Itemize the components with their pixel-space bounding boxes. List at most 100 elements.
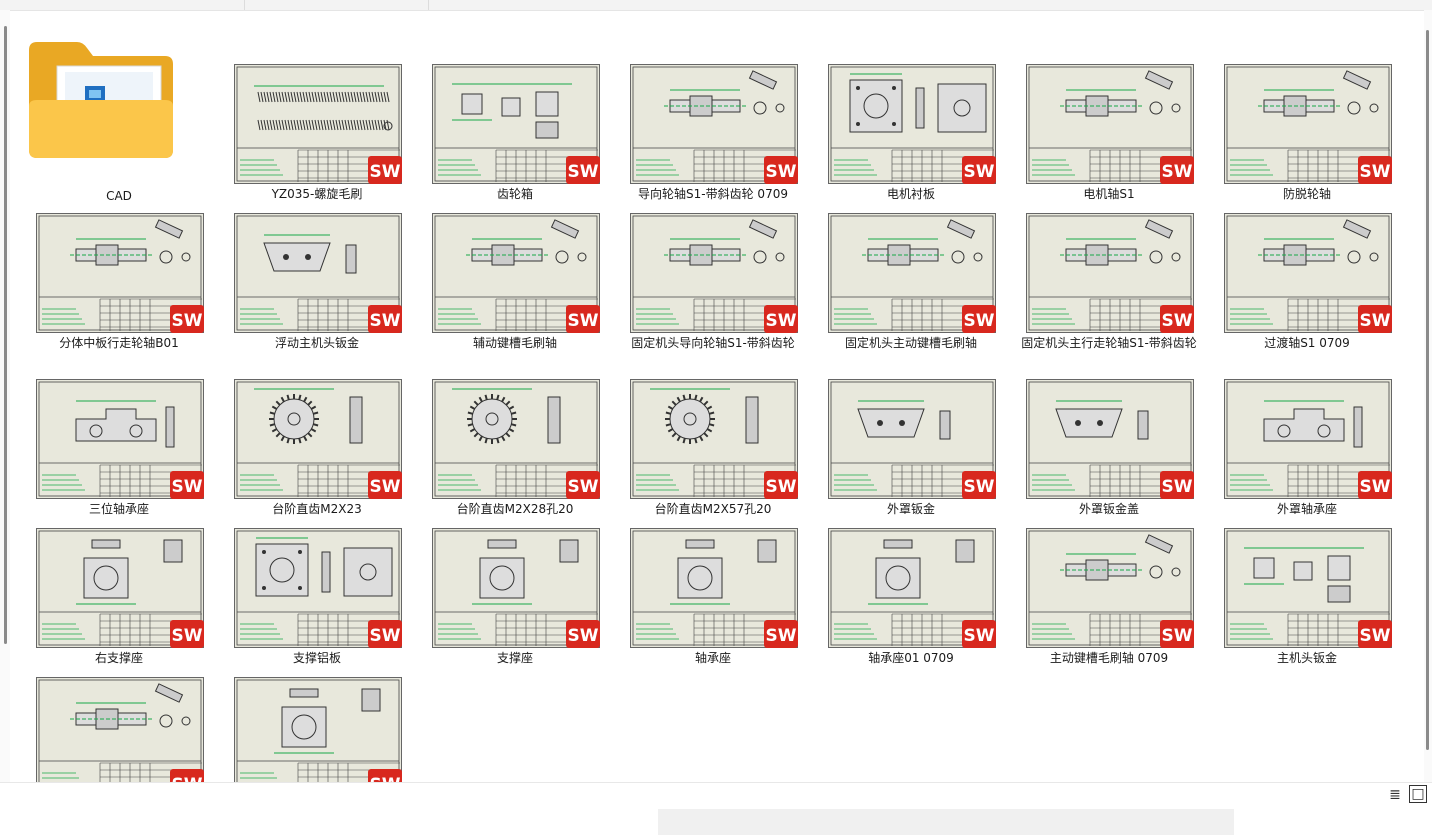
solidworks-badge-icon: SW (764, 620, 798, 648)
file-thumbnail: SW (828, 528, 996, 648)
file-thumbnail: SW (828, 64, 996, 184)
solidworks-badge-icon: SW (368, 156, 402, 184)
file-label: 齿轮箱 (496, 187, 533, 201)
solidworks-badge-icon: SW (368, 769, 402, 782)
folder-label: CAD (106, 189, 132, 203)
file-thumbnail: SW (630, 213, 798, 333)
file-label: 固定机头主动键槽毛刷轴 (844, 336, 977, 350)
file-label: 电机衬板 (886, 187, 935, 201)
file-thumbnail: SW (1224, 379, 1392, 499)
svg-text:SW: SW (766, 162, 797, 182)
file-thumbnail: SW (1026, 528, 1194, 648)
solidworks-badge-icon: SW (764, 156, 798, 184)
file-thumbnail: SW (1224, 213, 1392, 333)
svg-text:SW: SW (766, 477, 797, 497)
file-label: 支撑铝板 (292, 651, 341, 665)
large-icons-view-icon[interactable]: □ (1409, 785, 1427, 803)
svg-text:SW: SW (568, 311, 599, 331)
solidworks-badge-icon: SW (368, 471, 402, 499)
file-label: 分体中板行走轮轴B01 (59, 336, 179, 350)
file-label: 外罩轴承座 (1276, 502, 1337, 516)
file-thumbnail: SW (432, 379, 600, 499)
file-thumbnail: SW (36, 379, 204, 499)
file-thumbnail: SW (234, 528, 402, 648)
svg-text:SW: SW (370, 311, 401, 331)
file-label: YZ035-螺旋毛刷 (271, 187, 363, 201)
file-thumbnail: SW (234, 213, 402, 333)
file-label: 右支撑座 (94, 651, 143, 665)
svg-text:SW: SW (964, 311, 995, 331)
solidworks-badge-icon: SW (170, 305, 204, 333)
file-thumbnail: SW (36, 528, 204, 648)
status-bar (0, 782, 1432, 835)
svg-text:SW: SW (964, 477, 995, 497)
solidworks-badge-icon: SW (566, 471, 600, 499)
solidworks-badge-icon: SW (1358, 620, 1392, 648)
file-thumbnail: SW (432, 528, 600, 648)
svg-text:SW: SW (370, 626, 401, 646)
svg-text:SW: SW (766, 626, 797, 646)
solidworks-badge-icon: SW (1358, 156, 1392, 184)
file-label: 支撑座 (496, 651, 533, 665)
svg-text:SW: SW (1162, 162, 1193, 182)
solidworks-badge-icon: SW (764, 471, 798, 499)
file-label: 三位轴承座 (88, 502, 149, 516)
file-label: 过渡轴S1 0709 (1264, 336, 1350, 350)
file-label: 台阶直齿M2X23 (272, 502, 362, 516)
file-thumbnail: SW (234, 64, 402, 184)
file-thumbnail: SW (1026, 64, 1194, 184)
solidworks-badge-icon: SW (170, 620, 204, 648)
file-label: 防脱轮轴 (1282, 187, 1331, 201)
file-thumbnail: SW (36, 213, 204, 333)
file-thumbnail: SW (828, 379, 996, 499)
svg-text:SW: SW (370, 775, 401, 782)
solidworks-badge-icon: SW (368, 305, 402, 333)
file-label: 轴承座01 0709 (868, 651, 954, 665)
file-thumbnail: SW (630, 379, 798, 499)
file-label: 辅动键槽毛刷轴 (472, 336, 557, 350)
file-label: 轴承座 (694, 651, 731, 665)
file-label: 外罩钣金盖 (1078, 502, 1139, 516)
file-label: 固定机头主行走轮轴S1-带斜齿轮 (1021, 336, 1197, 350)
status-panel (658, 809, 1234, 835)
folder-icon (27, 40, 175, 160)
file-thumbnail: SW (234, 379, 402, 499)
svg-text:SW: SW (964, 626, 995, 646)
solidworks-badge-icon: SW (368, 620, 402, 648)
solidworks-badge-icon: SW (1358, 305, 1392, 333)
svg-text:SW: SW (1360, 311, 1391, 331)
file-thumbnail: SW (1026, 379, 1194, 499)
svg-text:SW: SW (1162, 626, 1193, 646)
file-thumbnail: SW (1224, 528, 1392, 648)
file-label: 电机轴S1 (1083, 187, 1135, 201)
file-thumbnail: SW (1224, 64, 1392, 184)
file-label: 台阶直齿M2X28孔20 (456, 502, 574, 516)
svg-text:SW: SW (1360, 162, 1391, 182)
file-thumbnail: SW (432, 213, 600, 333)
file-thumbnail: SW (1026, 213, 1194, 333)
file-thumbnail: SW (36, 677, 204, 782)
right-scrollbar[interactable] (1424, 10, 1432, 782)
svg-text:SW: SW (172, 626, 203, 646)
svg-text:SW: SW (766, 311, 797, 331)
svg-text:SW: SW (370, 162, 401, 182)
solidworks-badge-icon: SW (566, 620, 600, 648)
svg-text:SW: SW (1360, 477, 1391, 497)
file-grid: CAD SW YZ035-螺旋毛刷 SW 齿轮箱 SW 导向轮轴S1-带斜齿轮 … (0, 0, 1424, 782)
solidworks-badge-icon: SW (1160, 156, 1194, 184)
file-thumbnail: SW (828, 213, 996, 333)
scrollbar-thumb[interactable] (4, 26, 7, 644)
details-view-icon[interactable]: ≣ (1386, 786, 1404, 804)
solidworks-badge-icon: SW (1160, 620, 1194, 648)
svg-text:SW: SW (568, 477, 599, 497)
solidworks-badge-icon: SW (1160, 305, 1194, 333)
svg-text:SW: SW (964, 162, 995, 182)
svg-text:SW: SW (172, 775, 203, 782)
file-label: 外罩钣金 (886, 502, 935, 516)
scrollbar-thumb[interactable] (1426, 30, 1429, 750)
solidworks-badge-icon: SW (962, 471, 996, 499)
svg-text:SW: SW (370, 477, 401, 497)
left-scrollbar[interactable] (0, 10, 10, 782)
solidworks-badge-icon: SW (170, 769, 204, 782)
svg-text:SW: SW (568, 626, 599, 646)
